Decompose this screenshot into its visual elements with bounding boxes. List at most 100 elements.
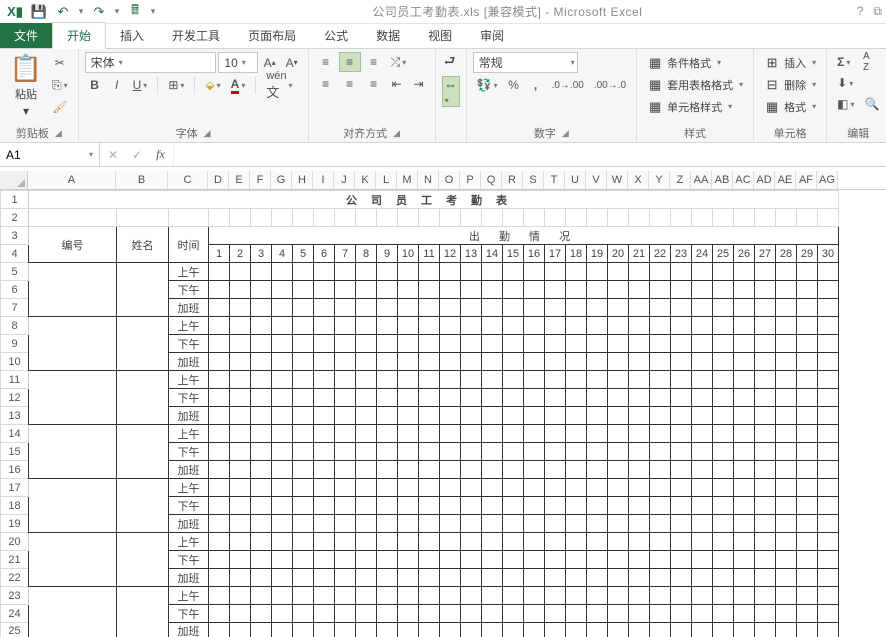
fx-icon[interactable]: fx (156, 147, 165, 162)
paste-button[interactable]: 📋 粘贴 ▾ (6, 52, 46, 118)
column-header[interactable]: G (271, 171, 292, 189)
tab-formulas[interactable]: 公式 (310, 23, 362, 48)
column-header[interactable]: R (502, 171, 523, 189)
italic-button[interactable]: I (107, 75, 127, 95)
redo-icon[interactable]: ↷ (88, 2, 110, 22)
column-header[interactable]: B (116, 171, 168, 189)
number-format-combo[interactable]: 常规▾ (473, 52, 578, 73)
row-header[interactable]: 5 (1, 263, 29, 281)
bold-button[interactable]: B (85, 75, 105, 95)
column-header[interactable]: S (523, 171, 544, 189)
percent-button[interactable]: % (504, 75, 524, 95)
row-header[interactable]: 14 (1, 425, 29, 443)
undo-dropdown-icon[interactable]: ▾ (76, 2, 86, 22)
column-header[interactable]: T (544, 171, 565, 189)
fill-button[interactable]: ⬇▾ (833, 73, 857, 93)
calc-icon[interactable]: 🖩 (124, 2, 146, 22)
tab-home[interactable]: 开始 (52, 22, 106, 49)
help-icon[interactable]: ? (857, 4, 864, 19)
column-header[interactable]: AF (796, 171, 817, 189)
row-header[interactable]: 11 (1, 371, 29, 389)
align-right-button[interactable]: ≡ (363, 74, 385, 94)
orientation-button[interactable]: ⤮▾ (387, 52, 411, 72)
row-header[interactable]: 18 (1, 497, 29, 515)
grid[interactable]: 1公司员工考勤表23编号姓名时间出 勤 情 况41234567891011121… (0, 190, 839, 637)
column-header[interactable]: V (586, 171, 607, 189)
phonetic-button[interactable]: wén文▾ (262, 75, 296, 95)
row-header[interactable]: 20 (1, 533, 29, 551)
column-header[interactable]: F (250, 171, 271, 189)
row-header[interactable]: 15 (1, 443, 29, 461)
column-header[interactable]: AB (712, 171, 733, 189)
column-header[interactable]: D (208, 171, 229, 189)
underline-button[interactable]: U▾ (129, 75, 152, 95)
clear-button[interactable]: ◧▾ (833, 94, 858, 114)
column-header[interactable]: AD (754, 171, 775, 189)
chevron-down-icon[interactable]: ▾ (89, 150, 93, 159)
row-header[interactable]: 25 (1, 623, 29, 637)
format-cells-button[interactable]: ▦格式▾ (760, 96, 820, 117)
formula-input[interactable] (180, 148, 880, 162)
row-header[interactable]: 7 (1, 299, 29, 317)
column-header[interactable]: I (313, 171, 334, 189)
column-header[interactable]: Q (481, 171, 502, 189)
qat-customize-icon[interactable]: ▾ (148, 2, 158, 22)
dialog-launcher-icon[interactable]: ◢ (393, 128, 400, 139)
tab-pagelayout[interactable]: 页面布局 (234, 23, 310, 48)
conditional-formatting-button[interactable]: ▦条件格式▾ (643, 52, 747, 73)
column-header[interactable]: M (397, 171, 418, 189)
column-header[interactable]: Z (670, 171, 691, 189)
column-header[interactable]: W (607, 171, 628, 189)
row-header[interactable]: 13 (1, 407, 29, 425)
align-middle-button[interactable]: ≡ (339, 52, 361, 72)
delete-cells-button[interactable]: ⊟删除▾ (760, 74, 820, 95)
column-header[interactable]: X (628, 171, 649, 189)
row-header[interactable]: 4 (1, 245, 29, 263)
decrease-decimal-button[interactable]: .00→.0 (590, 75, 630, 95)
column-header[interactable]: C (168, 171, 208, 189)
column-header[interactable]: N (418, 171, 439, 189)
tab-insert[interactable]: 插入 (106, 23, 158, 48)
column-header[interactable]: K (355, 171, 376, 189)
tab-review[interactable]: 审阅 (466, 23, 518, 48)
column-header[interactable]: J (334, 171, 355, 189)
row-header[interactable]: 23 (1, 587, 29, 605)
borders-button[interactable]: ⊞▾ (164, 75, 188, 95)
align-bottom-button[interactable]: ≡ (363, 52, 385, 72)
column-header[interactable]: U (565, 171, 586, 189)
name-box-input[interactable] (6, 148, 76, 162)
autosum-button[interactable]: Σ▾ (833, 52, 854, 72)
increase-decimal-button[interactable]: .0→.00 (548, 75, 588, 95)
row-header[interactable]: 3 (1, 227, 29, 245)
row-header[interactable]: 12 (1, 389, 29, 407)
cut-button[interactable]: ✂ (48, 53, 72, 73)
tab-devtools[interactable]: 开发工具 (158, 23, 234, 48)
row-header[interactable]: 17 (1, 479, 29, 497)
merge-center-button[interactable]: ⇔▾ (442, 76, 460, 107)
select-all-button[interactable] (0, 171, 28, 189)
tab-view[interactable]: 视图 (414, 23, 466, 48)
wrap-text-button[interactable]: ⮐ (442, 52, 460, 74)
dialog-launcher-icon[interactable]: ◢ (55, 128, 62, 139)
undo-icon[interactable]: ↶ (52, 2, 74, 22)
comma-button[interactable]: , (526, 75, 546, 95)
cell-styles-button[interactable]: ▦单元格样式▾ (643, 96, 747, 117)
column-header[interactable]: AE (775, 171, 796, 189)
row-header[interactable]: 1 (1, 191, 29, 209)
copy-button[interactable]: ⎘▾ (48, 75, 72, 95)
column-header[interactable]: AG (817, 171, 838, 189)
row-header[interactable]: 6 (1, 281, 29, 299)
column-header[interactable]: L (376, 171, 397, 189)
row-header[interactable]: 2 (1, 209, 29, 227)
font-name-combo[interactable]: 宋体▾ (85, 52, 217, 73)
fill-color-button[interactable]: ⬙▾ (201, 75, 224, 95)
format-painter-button[interactable]: 🖌 (48, 97, 72, 117)
tab-data[interactable]: 数据 (362, 23, 414, 48)
row-header[interactable]: 19 (1, 515, 29, 533)
align-top-button[interactable]: ≡ (315, 52, 337, 72)
restore-icon[interactable]: ⧉ (873, 4, 882, 19)
row-header[interactable]: 22 (1, 569, 29, 587)
format-as-table-button[interactable]: ▦套用表格格式▾ (643, 74, 747, 95)
column-header[interactable]: P (460, 171, 481, 189)
excel-icon[interactable]: X▮ (4, 2, 26, 22)
